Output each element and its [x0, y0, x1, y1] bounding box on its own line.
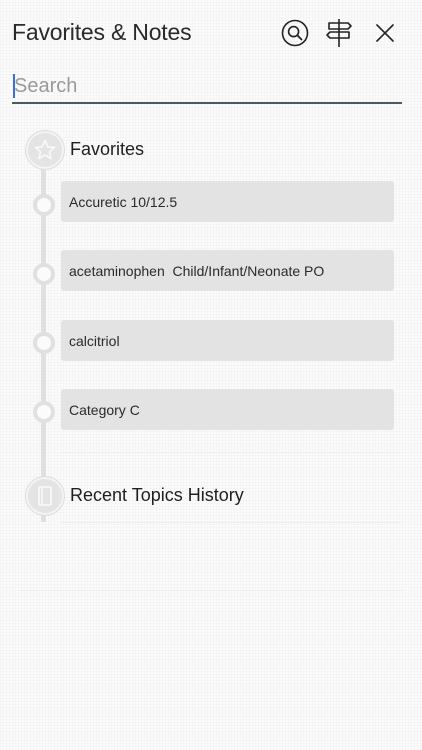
close-icon [376, 24, 394, 42]
magnifier-circle-icon [281, 19, 309, 47]
timeline-node [33, 332, 55, 354]
timeline-node [33, 263, 55, 285]
star-icon [34, 139, 56, 160]
favorites-section-icon [26, 131, 64, 169]
header-bar: Favorites & Notes [0, 0, 422, 64]
page-title: Favorites & Notes [12, 19, 192, 45]
timeline-node [33, 194, 55, 216]
favorite-item[interactable]: Category C [61, 389, 394, 430]
section-divider [61, 452, 401, 453]
signpost-button[interactable] [320, 14, 358, 52]
recent-section-title[interactable]: Recent Topics History [70, 485, 244, 506]
recent-section-icon [26, 477, 64, 515]
search-button[interactable] [276, 14, 314, 52]
favorite-item[interactable]: acetaminophen Child/Infant/Neonate PO [61, 250, 394, 291]
text-caret [13, 74, 15, 98]
search-input[interactable] [12, 72, 400, 100]
search-field [12, 72, 402, 104]
section-divider [61, 522, 401, 523]
close-button[interactable] [366, 14, 404, 52]
favorites-section-title[interactable]: Favorites [70, 139, 144, 160]
signpost-icon [326, 19, 352, 47]
favorite-item[interactable]: Accuretic 10/12.5 [61, 181, 394, 222]
timeline-line [41, 132, 46, 522]
favorite-item[interactable]: calcitriol [61, 320, 394, 361]
list-divider [20, 590, 402, 591]
timeline-node [33, 401, 55, 423]
book-icon [38, 486, 52, 506]
